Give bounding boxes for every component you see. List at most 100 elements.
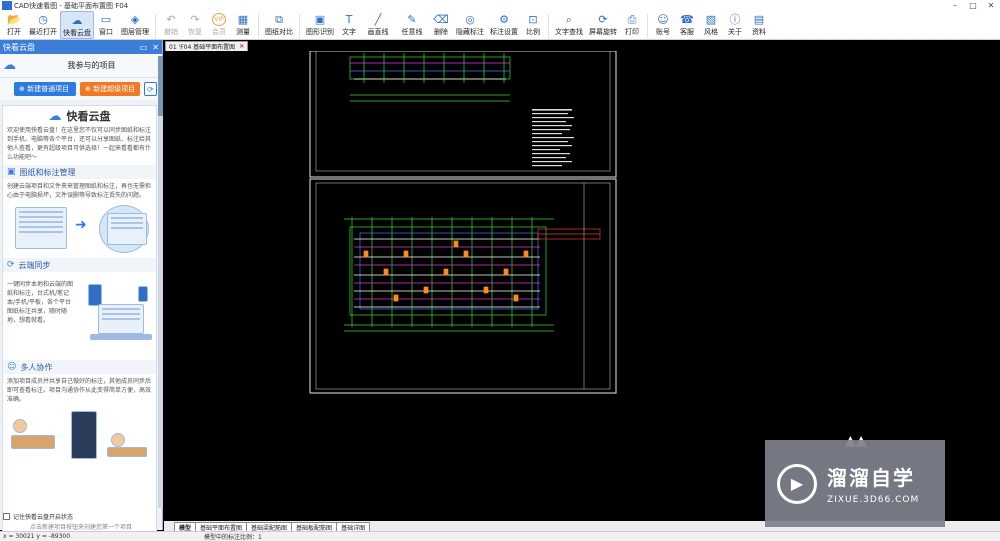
toolbar-layers-button[interactable]: ◈ 图层管理	[118, 11, 152, 39]
toolbar-scale-button[interactable]: ⊡ 比例	[521, 11, 545, 39]
toolbar-print-button[interactable]: ⎙ 打印	[620, 11, 644, 39]
toolbar-headset-button[interactable]: ☎ 客服	[675, 11, 699, 39]
account-icon: ☺	[657, 13, 669, 26]
scale-icon: ⊡	[528, 13, 538, 26]
document-tab[interactable]: 01 'F04 基础平面布置图 ✕	[165, 41, 249, 51]
section-cloud-sync: ⟳ 云端同步	[3, 258, 156, 272]
toolbar-hide-button[interactable]: ◎ 隐藏标注	[453, 11, 487, 39]
rotate-icon: ⟳	[598, 13, 608, 26]
toolbar-settings-button[interactable]: ⚙ 标注设置	[487, 11, 521, 39]
panel-title: 快看云盘	[3, 42, 35, 52]
toolbar-text-button[interactable]: T 文字	[337, 11, 361, 39]
redo-icon: ↷	[190, 13, 200, 26]
section-collaboration: ☺ 多人协作	[3, 360, 156, 374]
collaboration-illustration	[7, 407, 152, 463]
project-title[interactable]: 我参与的项目	[21, 60, 162, 71]
sheet-tab[interactable]: 基础平面布置图	[195, 522, 248, 532]
sheet-tab[interactable]: 基础板配筋图	[291, 522, 338, 532]
sheet-tab[interactable]: 基础详图	[336, 522, 371, 532]
toolbar-find-text-button[interactable]: ⌕ 文字查找	[552, 11, 586, 39]
toolbar-redo-button[interactable]: ↷ 恢复	[183, 11, 207, 39]
toolbar-document-button[interactable]: ▤ 资料	[747, 11, 771, 39]
status-bar: x = 30021 y = -89300 模型中的标注比例：1	[0, 531, 1000, 541]
toolbar-cloud-button[interactable]: ☁ 快看云盘	[60, 11, 94, 39]
sheet-tab[interactable]: 模型	[174, 522, 197, 532]
toolbar-pencil-button[interactable]: ✎ 任意线	[395, 11, 429, 39]
cloud-icon: ☁	[71, 14, 83, 27]
cloud-icon: ☁	[3, 58, 16, 73]
drawing-management-illustration: ➜	[7, 203, 152, 255]
toolbar-info-button[interactable]: ⓘ 关于	[723, 11, 747, 39]
toolbar-rotate-button[interactable]: ⟳ 屏幕旋转	[586, 11, 620, 39]
close-button[interactable]: ✕	[982, 1, 1000, 10]
panel-close-icon[interactable]: ✕	[152, 43, 159, 52]
section-drawing-management: ▣ 图纸和标注管理	[3, 165, 156, 179]
section-drawing-text: 创建云端项目和文件夹来管理图纸和标注，再也无需担心由于电脑损坏，文件误删等导致标…	[7, 183, 152, 199]
refresh-button[interactable]: ⟳	[144, 82, 157, 96]
text-icon: T	[345, 13, 353, 26]
watermark-name: 溜溜自学	[827, 466, 915, 490]
intro-heading: ☁ 快看云盘	[48, 108, 111, 124]
folder-icon: 📂	[7, 13, 21, 26]
layers-icon: ◈	[130, 13, 140, 26]
toolbar-separator	[647, 14, 648, 38]
toolbar-account-button[interactable]: ☺ 账号	[651, 11, 675, 39]
annotation-scale: 模型中的标注比例：1	[204, 534, 262, 541]
toolbar-compare-button[interactable]: ⧉ 图纸对比	[262, 11, 296, 39]
maximize-button[interactable]: □	[964, 1, 982, 10]
toolbar-undo-button[interactable]: ↶ 撤销	[159, 11, 183, 39]
title-bar: CAD快速看图 - 基础平面布置图 F04 – □ ✕	[0, 0, 1000, 11]
remember-state-checkbox[interactable]: 记住快看云盘开启状态	[3, 512, 73, 521]
play-logo-icon: ▶	[777, 463, 817, 504]
toolbar-folder-button[interactable]: 📂 打开	[2, 11, 26, 39]
clock-icon: ◷	[38, 13, 48, 26]
info-icon: ⓘ	[729, 13, 741, 26]
pencil-icon: ✎	[407, 13, 417, 26]
intro-card: ☁ 快看云盘 欢迎使用快看云盘！在这里您不仅可以同步图纸和标注到手机、电脑等各个…	[2, 105, 157, 541]
toolbar-recognize-button[interactable]: ▣ 图形识别	[303, 11, 337, 39]
intro-welcome-text: 欢迎使用快看云盘！在这里您不仅可以同步图纸和标注到手机、电脑等各个平台，还可以分…	[7, 127, 152, 161]
panel-float-icon[interactable]: ▭	[140, 43, 148, 52]
new-project-hint: 点击新建项目按钮来创建您第一个项目	[30, 524, 133, 531]
sync-icon: ⟳	[7, 260, 15, 270]
minimize-button[interactable]: –	[946, 1, 964, 10]
toolbar-clock-button[interactable]: ◷ 最近打开	[26, 11, 60, 39]
toolbar-measure-button[interactable]: ▦ 测量	[231, 11, 255, 39]
toolbar-separator	[155, 14, 156, 38]
new-normal-project-button[interactable]: ⊕ 新建普通项目	[14, 82, 76, 96]
toolbar-vip-button[interactable]: VIP 会员	[207, 11, 231, 39]
measure-icon: ▦	[237, 13, 249, 26]
coordinate-readout: x = 30021 y = -89300	[3, 533, 71, 540]
close-tab-icon[interactable]: ✕	[239, 43, 244, 50]
section-sync-text: 一键同步本地和云端的图纸和标注，台式机/笔记本/手机/平板，各个平台图纸标注共享…	[7, 281, 74, 324]
undo-icon: ↶	[166, 13, 176, 26]
toolbar-separator	[258, 14, 259, 38]
main-toolbar: 📂 打开 ◷ 最近打开 ☁ 快看云盘 ▭ 窗口 ◈ 图层管理 ↶ 撤销 ↷ 恢复 VIP 会员 ▦ 测量 ⧉ 图纸对比…	[0, 11, 1000, 40]
settings-icon: ⚙	[499, 13, 509, 26]
upper-plan	[349, 53, 511, 102]
legend-notes	[532, 109, 574, 167]
watermark: ▶ 溜溜自学 ZIXUE.3D66.COM	[765, 440, 945, 527]
window-title: CAD快速看图 - 基础平面布置图 F04	[14, 1, 129, 10]
app-logo-icon	[2, 1, 12, 10]
find-text-icon: ⌕	[565, 13, 573, 26]
sheet-tab[interactable]: 基础梁配筋图	[246, 522, 293, 532]
new-super-project-button[interactable]: ⊕ 新建超级项目	[80, 82, 140, 96]
cloud-icon: ☁	[48, 108, 62, 124]
section-collab-text: 添加项目成员并共享自己做好的标注，其他成员同步后即可查看标注。项目沟通协作从此变…	[7, 378, 152, 403]
hide-icon: ◎	[465, 13, 475, 26]
recognize-icon: ▣	[314, 13, 326, 26]
toolbar-separator	[299, 14, 300, 38]
toolbar-line-button[interactable]: ╱ 画直线	[361, 11, 395, 39]
toolbar-eraser-button[interactable]: ⌫ 删除	[429, 11, 453, 39]
window-icon: ▭	[100, 13, 112, 26]
project-bar: ☁ 我参与的项目	[0, 54, 162, 78]
toolbar-window-button[interactable]: ▭ 窗口	[94, 11, 118, 39]
vip-icon: VIP	[212, 13, 226, 26]
toolbar-style-button[interactable]: ▧ 风格	[699, 11, 723, 39]
panel-scrollbar-track[interactable]	[159, 56, 163, 508]
line-icon: ╱	[374, 13, 382, 26]
compare-icon: ⧉	[275, 13, 283, 26]
team-icon: ☺	[7, 362, 17, 372]
toolbar-separator	[548, 14, 549, 38]
